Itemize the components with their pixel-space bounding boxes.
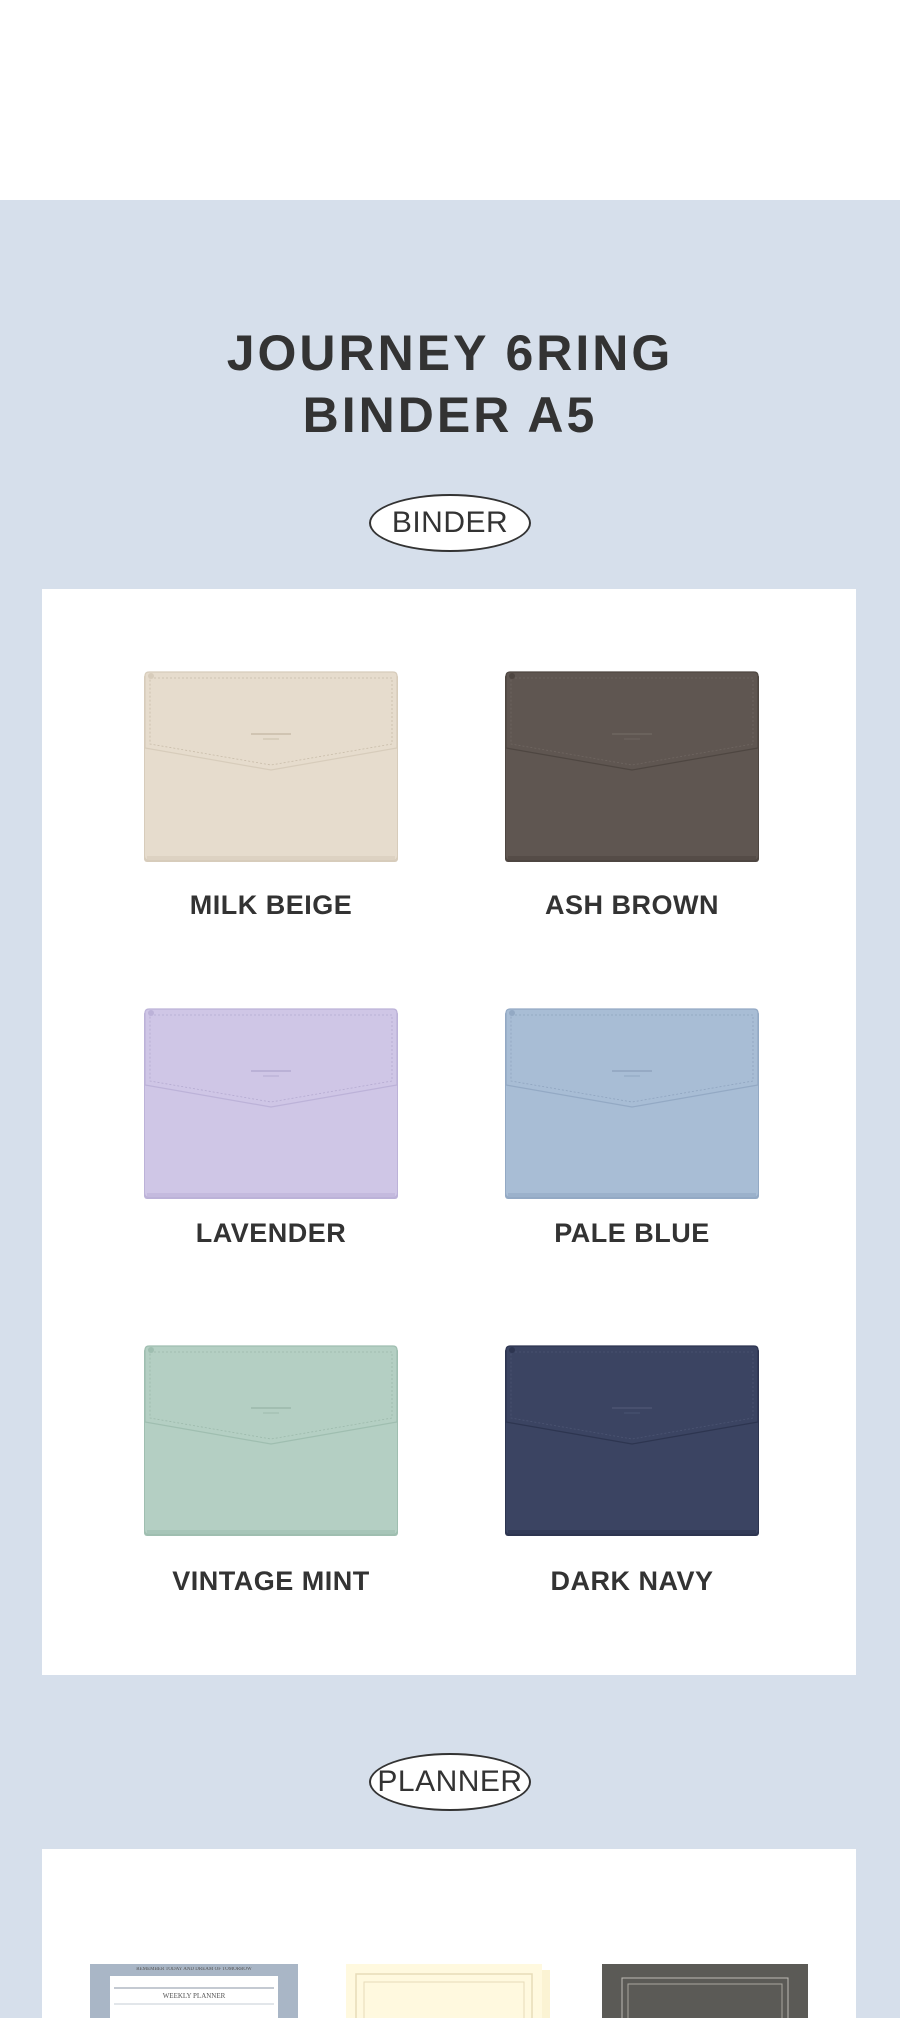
page-title: JOURNEY 6RING BINDER A5 [0,322,900,446]
planner-card-weekly[interactable]: REMEMBER TODAY AND DREAM OF TOMORROW WEE… [90,1964,298,2018]
planner-card-cream[interactable] [346,1964,550,2018]
planner-card-grey[interactable] [602,1964,808,2018]
binder-image [144,1008,398,1199]
binder-color-name: MILK BEIGE [189,890,353,920]
planner-preview-panel: REMEMBER TODAY AND DREAM OF TOMORROW WEE… [42,1849,856,2018]
planner-section-label: PLANNER [369,1753,531,1811]
planner-card-header: REMEMBER TODAY AND DREAM OF TOMORROW [136,1967,252,1972]
binder-color-name: PALE BLUE [554,1218,710,1248]
binder-color-grid: MILK BEIGE ASH BROWN LAVENDER PALE BLUE … [42,589,856,1675]
title-line-2: BINDER A5 [302,387,598,443]
binder-color-name: DARK NAVY [550,1566,714,1596]
binder-color-name: ASH BROWN [545,890,719,920]
binder-image [144,671,398,862]
planner-card-title: WEEKLY PLANNER [162,1992,226,2000]
binder-image [505,1008,759,1199]
binder-color-name: LAVENDER [195,1218,347,1248]
planner-card-image [90,1964,298,2018]
top-blank-area [0,0,900,200]
binder-section-label: BINDER [369,494,531,552]
planner-card-image [602,1964,808,2018]
binder-image [144,1345,398,1536]
binder-image [505,671,759,862]
binder-color-name: VINTAGE MINT [172,1566,370,1596]
binder-image [505,1345,759,1536]
title-line-1: JOURNEY 6RING [226,325,674,381]
planner-card-image [346,1964,550,2018]
